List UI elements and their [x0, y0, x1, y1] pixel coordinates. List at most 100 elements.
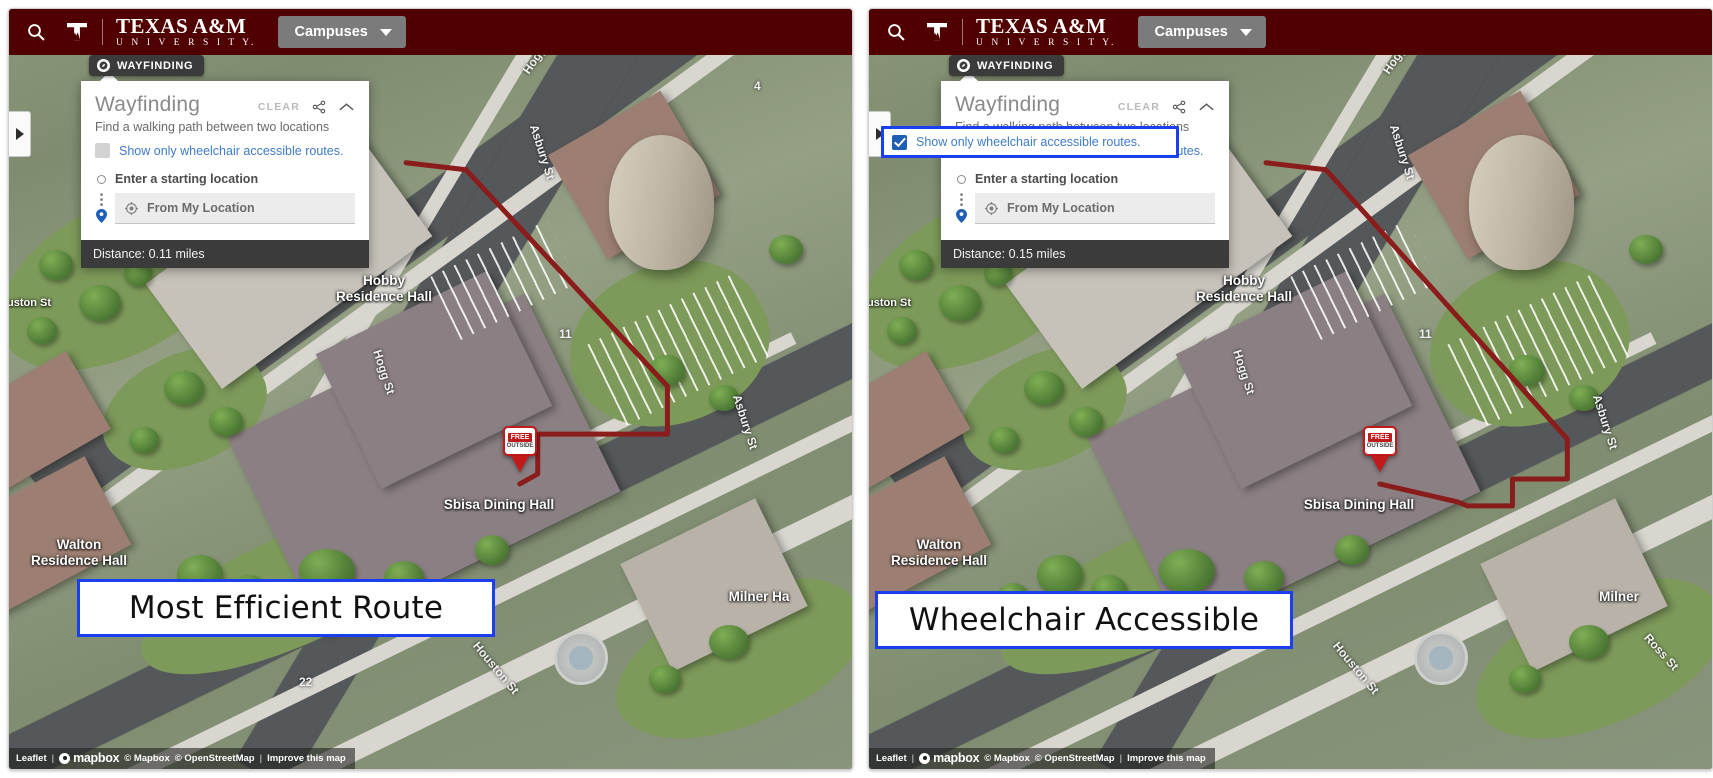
expand-right-arrow-icon[interactable] — [9, 111, 31, 157]
logo-divider — [962, 19, 963, 45]
wayfinding-panel: Wayfinding CLEAR Find a walking path bet… — [81, 72, 369, 268]
wheelchair-checkbox[interactable] — [95, 143, 110, 158]
marker-badge-top: FREE — [507, 433, 533, 442]
campuses-dropdown[interactable]: Campuses — [1138, 16, 1266, 48]
screenshot-left: TEXAS A&M U N I V E R S I T Y. Campuses — [8, 8, 853, 770]
panel-title: Wayfinding — [95, 93, 201, 116]
route-inputs: Enter a starting location • • • From My … — [955, 172, 1215, 224]
crosshair-icon — [125, 201, 138, 215]
tamu-header-bar: TEXAS A&M U N I V E R S I T Y. Campuses — [869, 9, 1712, 55]
search-icon[interactable] — [9, 23, 63, 41]
wayfinding-chip-label: WAYFINDING — [977, 59, 1054, 72]
chevron-up-icon[interactable] — [338, 101, 355, 113]
attrib-osm-copy[interactable]: © OpenStreetMap — [1035, 753, 1115, 764]
brand-wordmark: TEXAS A&M U N I V E R S I T Y. — [114, 13, 257, 49]
attrib-leaflet[interactable]: Leaflet — [876, 753, 907, 764]
wheelchair-checkbox-label[interactable]: Show only wheelchair accessible routes. — [119, 144, 343, 158]
destination-value: From My Location — [1007, 201, 1115, 215]
campuses-label: Campuses — [1154, 24, 1228, 40]
brand-line-1: TEXAS A&M — [116, 13, 247, 38]
marker-badge-bottom: OUTSIDE — [506, 443, 534, 449]
panel-title: Wayfinding — [955, 93, 1061, 116]
marker-badge: FREE OUTSIDE — [503, 426, 537, 456]
lot-number-11: 11 — [559, 327, 572, 341]
attrib-sep-2: | — [259, 752, 263, 764]
crosshair-icon — [985, 201, 998, 215]
start-location-row[interactable]: Enter a starting location — [95, 172, 355, 186]
compass-icon — [957, 59, 970, 72]
lot-number-11: 11 — [1419, 327, 1432, 341]
tamu-header-bar: TEXAS A&M U N I V E R S I T Y. Campuses — [9, 9, 852, 55]
panel-subtitle: Find a walking path between two location… — [95, 120, 330, 134]
marker-tail — [1371, 456, 1389, 472]
marker-tail — [511, 456, 529, 472]
map-pin-icon — [956, 209, 967, 223]
route-distance: Distance: 0.15 miles — [941, 240, 1229, 268]
destination-marker[interactable]: FREE OUTSIDE — [1363, 426, 1397, 472]
comparison-figure: TEXAS A&M U N I V E R S I T Y. Campuses — [0, 0, 1713, 778]
mapbox-dot-icon — [59, 752, 71, 764]
chevron-down-icon — [1239, 28, 1252, 36]
wheelchair-checkbox-label-highlighted[interactable]: Show only wheelchair accessible routes. — [916, 135, 1140, 149]
clear-button[interactable]: CLEAR — [1118, 101, 1160, 113]
brand-line-2: U N I V E R S I T Y. — [116, 37, 257, 48]
start-location-input[interactable]: Enter a starting location — [115, 172, 258, 186]
start-location-row[interactable]: Enter a starting location — [955, 172, 1215, 186]
marker-badge: FREE OUTSIDE — [1363, 426, 1397, 456]
share-icon[interactable] — [312, 100, 326, 114]
marker-badge-top: FREE — [1367, 433, 1393, 442]
destination-row[interactable]: • • • From My Location — [955, 191, 1215, 224]
brand-line-2: U N I V E R S I T Y. — [976, 37, 1117, 48]
tamu-logo[interactable]: TEXAS A&M U N I V E R S I T Y. — [63, 13, 257, 49]
search-icon[interactable] — [869, 23, 923, 41]
origin-circle-icon — [97, 174, 106, 184]
texas-am-seal-icon — [923, 18, 951, 46]
route-distance: Distance: 0.11 miles — [81, 240, 369, 268]
destination-row[interactable]: • • • From My Location — [95, 191, 355, 224]
wheelchair-filter-row[interactable]: Show only wheelchair accessible routes. — [95, 143, 355, 158]
attrib-osm-copy[interactable]: © OpenStreetMap — [175, 753, 255, 764]
caption-left: Most Efficient Route — [77, 579, 495, 637]
texas-am-seal-icon — [63, 18, 91, 46]
route-inputs: Enter a starting location • • • From My … — [95, 172, 355, 224]
chevron-up-icon[interactable] — [1198, 101, 1215, 113]
wayfinding-chip[interactable]: WAYFINDING — [89, 55, 205, 76]
destination-input[interactable]: From My Location — [115, 193, 355, 224]
mapbox-logo[interactable]: mapbox — [919, 751, 980, 765]
share-icon[interactable] — [1172, 100, 1186, 114]
campuses-dropdown[interactable]: Campuses — [278, 16, 406, 48]
lot-number-22: 22 — [299, 675, 313, 689]
brand-wordmark: TEXAS A&M U N I V E R S I T Y. — [974, 13, 1117, 49]
origin-circle-icon — [957, 174, 966, 184]
map-attribution: Leaflet | mapbox © Mapbox © OpenStreetMa… — [9, 748, 355, 769]
attrib-sep-1: | — [51, 752, 55, 764]
brand-line-1: TEXAS A&M — [976, 13, 1107, 38]
attrib-mapbox-copy[interactable]: © Mapbox — [984, 753, 1030, 764]
attrib-sep-1: | — [911, 752, 915, 764]
attrib-leaflet[interactable]: Leaflet — [16, 753, 47, 764]
destination-marker[interactable]: FREE OUTSIDE — [503, 426, 537, 472]
attrib-mapbox-copy[interactable]: © Mapbox — [124, 753, 170, 764]
map-pin-icon — [96, 209, 107, 223]
logo-divider — [102, 19, 103, 45]
start-location-input[interactable]: Enter a starting location — [975, 172, 1118, 186]
wayfinding-chip[interactable]: WAYFINDING — [949, 55, 1065, 76]
caption-right: Wheelchair Accessible — [875, 591, 1293, 649]
attrib-improve[interactable]: Improve this map — [1127, 753, 1206, 764]
chevron-down-icon — [379, 28, 392, 36]
attrib-improve[interactable]: Improve this map — [267, 753, 346, 764]
lot-number-4: 4 — [754, 79, 761, 93]
wheelchair-checkbox-highlighted[interactable] — [892, 134, 907, 150]
wayfinding-chip-label: WAYFINDING — [117, 59, 194, 72]
destination-input[interactable]: From My Location — [975, 193, 1215, 224]
mapbox-logo[interactable]: mapbox — [59, 751, 120, 765]
mapbox-wordmark: mapbox — [933, 751, 980, 765]
tamu-logo[interactable]: TEXAS A&M U N I V E R S I T Y. — [923, 13, 1117, 49]
destination-value: From My Location — [147, 201, 255, 215]
route-dots-icon: • • • — [95, 191, 108, 223]
mapbox-wordmark: mapbox — [73, 751, 120, 765]
highlighted-checkbox-row[interactable]: Show only wheelchair accessible routes. — [881, 126, 1179, 158]
map-attribution: Leaflet | mapbox © Mapbox © OpenStreetMa… — [869, 748, 1215, 769]
attrib-sep-2: | — [1119, 752, 1123, 764]
clear-button[interactable]: CLEAR — [258, 101, 300, 113]
